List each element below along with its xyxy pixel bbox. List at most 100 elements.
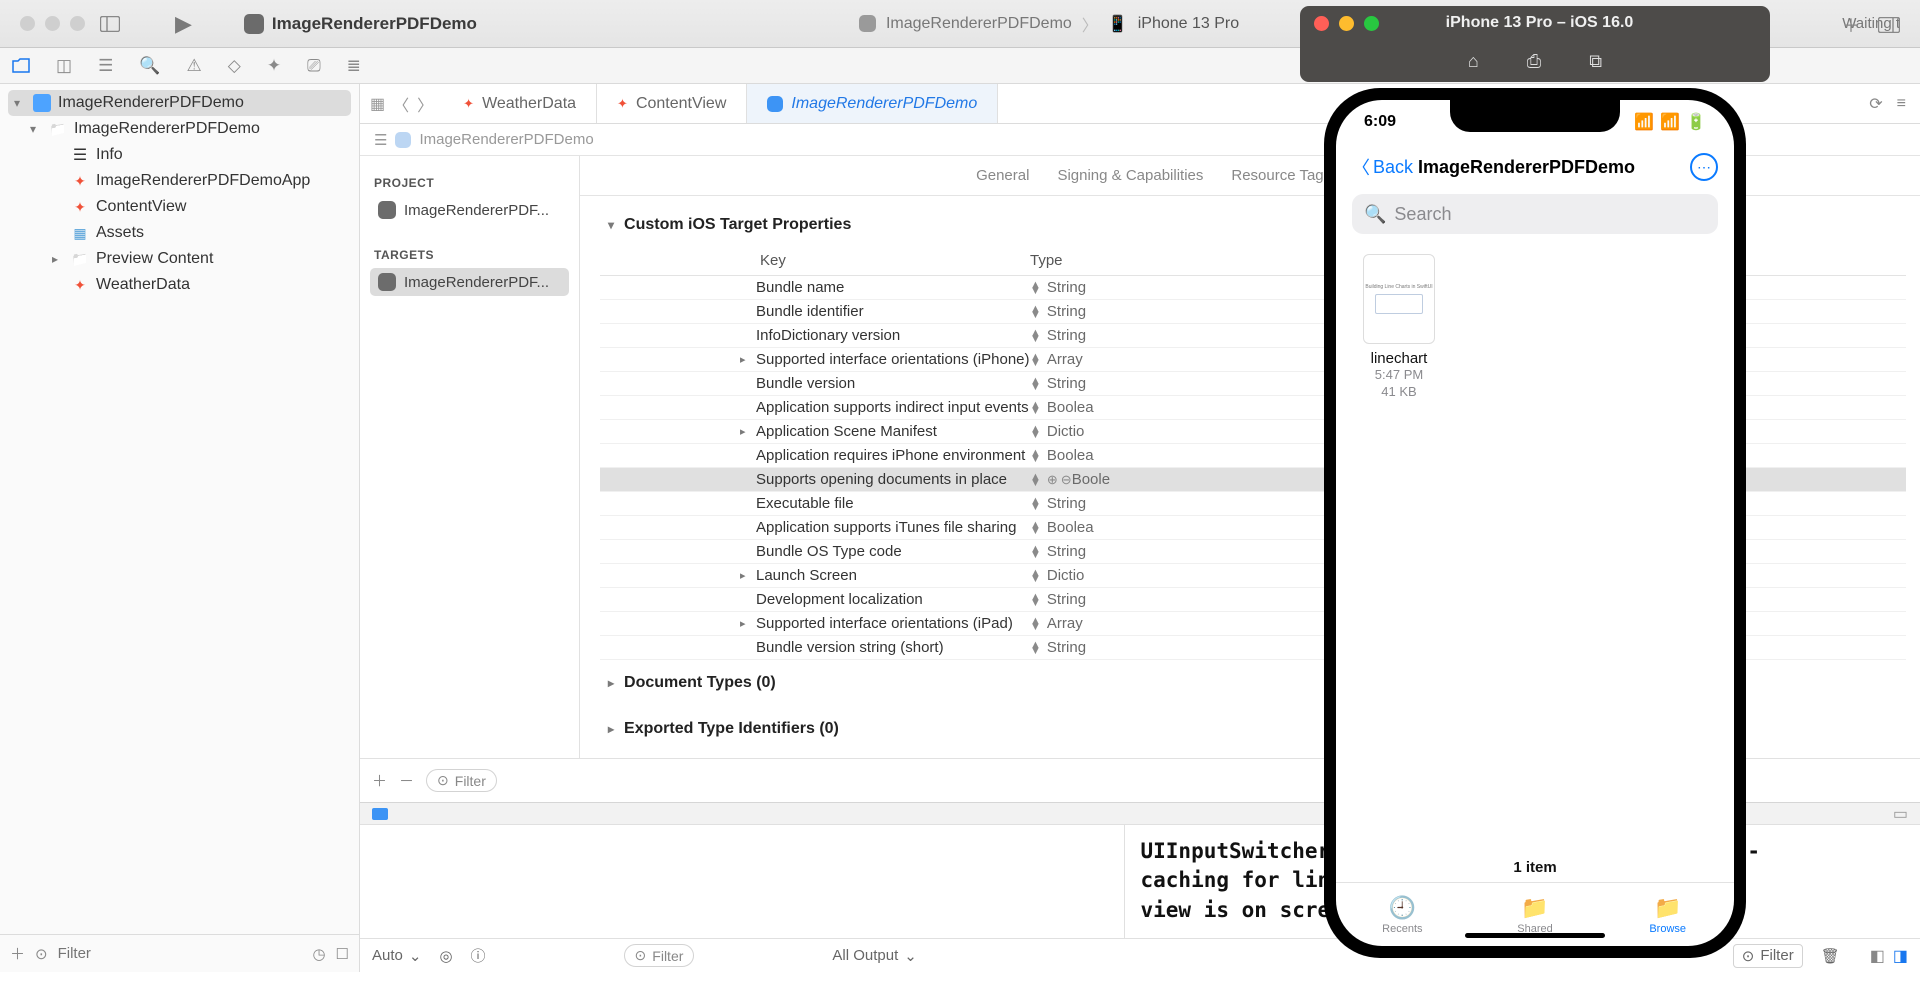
zoom-dot[interactable] — [70, 16, 85, 31]
minimize-dot[interactable] — [45, 16, 60, 31]
add-target-icon[interactable]: ＋ — [372, 770, 387, 791]
related-icon[interactable]: ▦ — [370, 94, 385, 114]
tree-item-info[interactable]: ☰ Info — [8, 142, 351, 168]
tab-browse[interactable]: 📁Browse — [1601, 883, 1734, 946]
tree-item-assets[interactable]: ▦ Assets — [8, 220, 351, 246]
screenshot-icon[interactable]: ⎙ — [1527, 51, 1541, 72]
file-name: linechart — [1356, 350, 1442, 367]
target-filter[interactable]: ⊙Filter — [426, 769, 497, 792]
report-navigator-icon[interactable]: ≣ — [347, 56, 361, 76]
rotate-icon[interactable]: ⧉ — [1589, 51, 1602, 72]
folder-icon — [49, 120, 67, 138]
breakpoint-navigator-icon[interactable]: ⎚ — [307, 56, 321, 76]
tree-item-label: ImageRendererPDFDemoApp — [96, 172, 310, 190]
refresh-icon[interactable]: ⟳ — [1869, 94, 1882, 114]
destination-device[interactable]: iPhone 13 Pro — [1138, 15, 1239, 33]
run-button[interactable]: ▶ — [175, 11, 192, 37]
sidebar-toggle-icon[interactable] — [99, 13, 121, 35]
source-control-icon[interactable]: ◫ — [56, 56, 72, 76]
app-icon-small — [859, 15, 876, 32]
simulator-window: iPhone 13 Pro – iOS 16.0 ⌂ ⎙ ⧉ 6:09 📶 📶 … — [1300, 6, 1770, 958]
tab-signing[interactable]: Signing & Capabilities — [1057, 167, 1203, 184]
target-item[interactable]: ImageRendererPDF... — [370, 268, 569, 296]
variables-scope[interactable]: Auto⌄ — [372, 947, 421, 965]
file-item[interactable]: Building Line Charts in SwiftUI linechar… — [1356, 254, 1442, 401]
back-icon[interactable]: 〈 — [393, 92, 409, 116]
tree-item-contentview[interactable]: ✦ ContentView — [8, 194, 351, 220]
wifi-icon: 📶 — [1660, 112, 1680, 132]
nav-bar: 〈Back ImageRendererPDFDemo ⋯ — [1336, 144, 1734, 190]
window-traffic-lights[interactable] — [20, 16, 85, 31]
tree-item-label: Assets — [96, 224, 144, 242]
issue-navigator-icon[interactable]: ⚠ — [186, 56, 201, 76]
chevron-down-icon[interactable]: ▾ — [14, 96, 26, 110]
left-panel-icon[interactable]: ◧ — [1870, 946, 1885, 966]
trash-icon[interactable]: 🗑 — [1821, 947, 1840, 965]
vars-filter[interactable]: ⊙Filter — [624, 944, 695, 967]
home-icon[interactable]: ⌂ — [1468, 51, 1479, 72]
symbol-navigator-icon[interactable]: ☰ — [98, 56, 113, 76]
folder-icon: 📁 — [1654, 895, 1681, 921]
search-field[interactable]: 🔍 Search — [1352, 194, 1718, 234]
output-mode[interactable]: All Output⌄ — [832, 947, 916, 965]
tree-root-label: ImageRendererPDFDemo — [58, 94, 244, 112]
tree-group[interactable]: ▾ ImageRendererPDFDemo — [8, 116, 351, 142]
tab-recents[interactable]: 🕘Recents — [1336, 883, 1469, 946]
close-dot[interactable] — [20, 16, 35, 31]
doc-outline-icon[interactable]: ☰ — [374, 131, 387, 149]
scheme-name: ImageRendererPDFDemo — [272, 14, 477, 34]
navigator-filter-input[interactable] — [58, 945, 303, 962]
quicklook-icon[interactable]: ◎ — [439, 947, 452, 965]
remove-target-icon[interactable]: － — [399, 770, 414, 791]
tab-contentview[interactable]: ✦ContentView — [597, 84, 747, 123]
simulator-titlebar[interactable]: iPhone 13 Pro – iOS 16.0 — [1300, 6, 1770, 40]
project-item[interactable]: ImageRendererPDF... — [370, 196, 569, 224]
plus-icon[interactable]: ＋ — [1842, 12, 1860, 38]
chevron-right-icon[interactable]: ▸ — [52, 252, 64, 266]
tab-project[interactable]: ImageRendererPDFDemo — [747, 84, 998, 123]
tree-root[interactable]: ▾ ImageRendererPDFDemo — [8, 90, 351, 116]
home-indicator[interactable] — [1465, 933, 1605, 938]
debug-tag-icon[interactable] — [372, 808, 388, 820]
more-button[interactable]: ⋯ — [1690, 153, 1718, 181]
right-panel-icon[interactable]: ◨ — [1893, 946, 1908, 966]
tree-item-app[interactable]: ✦ ImageRendererPDFDemoApp — [8, 168, 351, 194]
tab-general[interactable]: General — [976, 167, 1029, 184]
debug-navigator-icon[interactable]: ✦ — [267, 56, 281, 76]
fwd-icon[interactable]: 〉 — [417, 92, 433, 116]
scope-icon[interactable]: ⊙ — [35, 945, 48, 963]
phone-icon: 📱 — [1108, 14, 1128, 34]
tree-item-weather[interactable]: ✦ WeatherData — [8, 272, 351, 298]
info-icon[interactable]: ⓘ — [471, 945, 486, 966]
project-icon — [33, 94, 51, 112]
chevron-down-icon[interactable]: ▾ — [30, 122, 42, 136]
editor-options-icon[interactable]: ≡ — [1897, 95, 1906, 113]
file-thumbnail: Building Line Charts in SwiftUI — [1363, 254, 1435, 344]
remove-icon: ⊖ — [1061, 472, 1072, 488]
add-icon[interactable]: ＋ — [10, 943, 25, 964]
clock-icon[interactable]: ◷ — [312, 945, 325, 963]
tree-item-preview[interactable]: ▸ Preview Content — [8, 246, 351, 272]
status-time: 6:09 — [1364, 113, 1396, 131]
project-targets-list: PROJECT ImageRendererPDF... TARGETS Imag… — [360, 156, 580, 758]
clock-icon: 🕘 — [1389, 895, 1416, 921]
chevron-down-icon[interactable]: ▾ — [608, 218, 614, 232]
variables-view[interactable] — [360, 825, 1125, 938]
swift-icon: ✦ — [71, 198, 89, 216]
shared-icon: 📁 — [1521, 895, 1548, 921]
scm-filter-icon[interactable]: ☐ — [336, 945, 349, 963]
scheme-selector[interactable]: ImageRendererPDFDemo — [236, 11, 485, 37]
test-navigator-icon[interactable]: ◇ — [228, 56, 241, 76]
minimap-icon[interactable]: ▭ — [1893, 804, 1908, 824]
files-grid[interactable]: Building Line Charts in SwiftUI linechar… — [1336, 244, 1734, 853]
find-navigator-icon[interactable]: 🔍 — [139, 56, 160, 76]
tab-weatherdata[interactable]: ✦WeatherData — [443, 84, 597, 123]
navigator-filter-bar: ＋ ⊙ ◷ ☐ — [0, 934, 359, 972]
targets-header: TARGETS — [374, 248, 565, 262]
panels-icon[interactable] — [1878, 17, 1900, 33]
app-icon — [767, 96, 783, 112]
project-navigator-icon[interactable] — [12, 58, 30, 73]
simulator-title: iPhone 13 Pro – iOS 16.0 — [1379, 14, 1700, 32]
sim-traffic-lights[interactable] — [1300, 16, 1379, 31]
tree-item-label: Info — [96, 146, 123, 164]
